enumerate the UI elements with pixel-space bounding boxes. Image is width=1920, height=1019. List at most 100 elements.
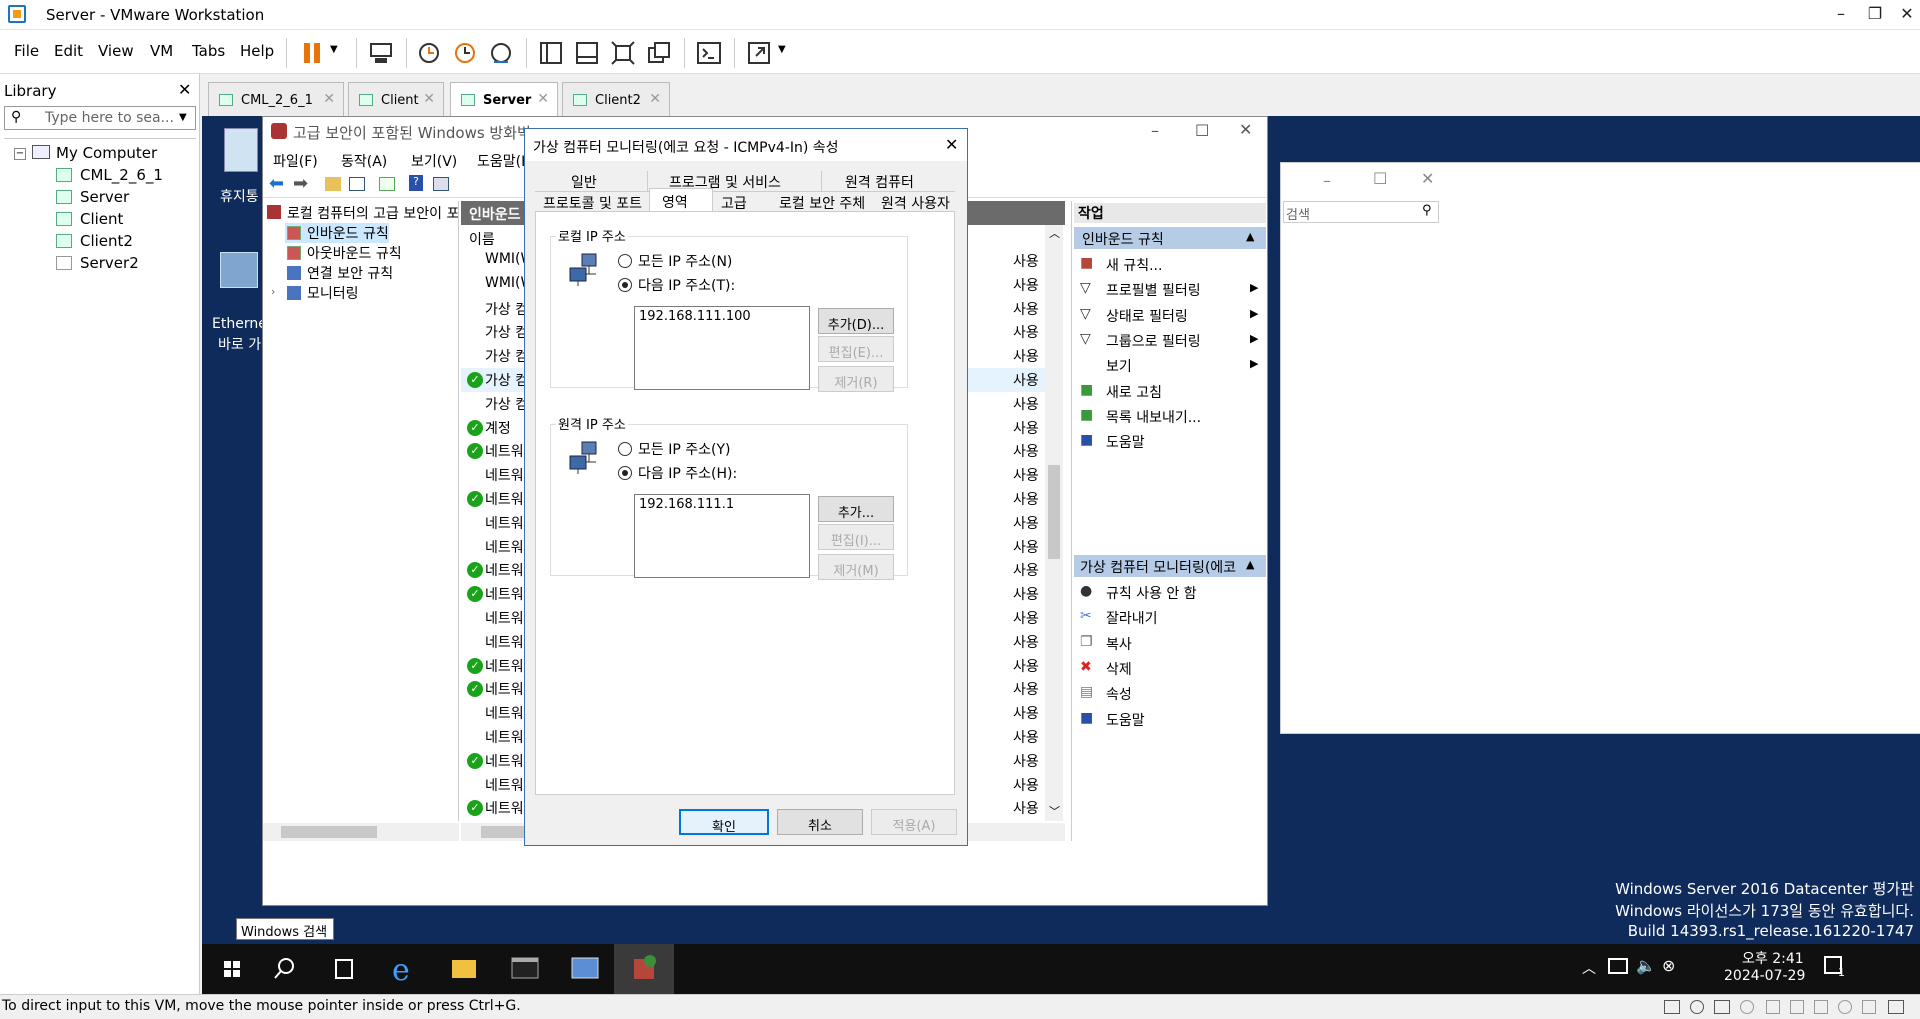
action-item[interactable]: ■ 새로 고침: [1074, 380, 1264, 405]
local-add-button[interactable]: 추가(D)...: [818, 308, 894, 334]
tab-remote-users[interactable]: 원격 사용자: [881, 193, 950, 213]
send-ctrl-alt-del-icon[interactable]: [366, 38, 396, 68]
tab-advanced[interactable]: 고급: [721, 193, 747, 213]
close-icon[interactable]: ✕: [178, 80, 191, 99]
clock-time[interactable]: 오후 2:41: [1742, 948, 1804, 968]
local-any-ip-label[interactable]: 모든 IP 주소(N): [638, 251, 732, 271]
tree-monitoring[interactable]: 모니터링: [307, 283, 359, 303]
remote-any-ip-radio[interactable]: [618, 442, 632, 456]
ok-button[interactable]: 확인: [679, 809, 769, 835]
tab-cml[interactable]: CML_2_6_1 ✕: [208, 82, 344, 116]
action-item[interactable]: ✂ 잘라내기: [1074, 606, 1264, 631]
menu-help[interactable]: Help: [240, 42, 274, 60]
actions-section-inbound[interactable]: 인바운드 규칙 ▲: [1074, 227, 1266, 249]
action-item[interactable]: ▽ 그룹으로 필터링 ▶: [1074, 329, 1264, 354]
show-library-icon[interactable]: [536, 38, 566, 68]
tab-protocols-ports[interactable]: 프로토콜 및 포트: [543, 193, 642, 213]
action-item[interactable]: ■ 목록 내보내기...: [1074, 405, 1264, 430]
library-search-input[interactable]: ⚲ Type here to sea... ▼: [4, 106, 196, 130]
tab-client[interactable]: Client ✕: [348, 82, 444, 116]
action-item[interactable]: ■ 새 규칙...: [1074, 253, 1264, 278]
menu-tabs[interactable]: Tabs: [192, 42, 225, 60]
scroll-up-icon[interactable]: ︿: [1049, 225, 1060, 241]
bluetooth-icon[interactable]: [1838, 1000, 1852, 1014]
sound-icon[interactable]: [1814, 1000, 1828, 1014]
tab-server[interactable]: Server ✕: [450, 82, 558, 116]
action-item[interactable]: ❐ 복사: [1074, 632, 1264, 657]
export-list-icon[interactable]: [379, 177, 395, 191]
tab-remote-computers[interactable]: 원격 컴퓨터: [845, 172, 914, 192]
tab-general[interactable]: 일반: [571, 172, 597, 192]
actions-section-rule[interactable]: 가상 컴퓨터 모니터링(에코 요청 - ICM... ▲: [1074, 555, 1266, 577]
usb-icon[interactable]: [1766, 1000, 1780, 1014]
tree-root[interactable]: 로컬 컴퓨터의 고급 보안이 포함된: [287, 203, 458, 223]
local-ip-item[interactable]: 192.168.111.100: [639, 309, 751, 324]
close-icon[interactable]: ✕: [323, 91, 335, 107]
local-ip-listbox[interactable]: 192.168.111.100: [634, 306, 810, 390]
tree-outbound-rules[interactable]: 아웃바운드 규칙: [307, 243, 402, 263]
action-item[interactable]: ▽ 프로필별 필터링 ▶: [1074, 278, 1264, 303]
display-icon[interactable]: [1862, 1000, 1876, 1014]
close-icon[interactable]: ✕: [1892, 4, 1920, 23]
fw-menu-file[interactable]: 파일(F): [273, 151, 318, 171]
firewall-taskbar-icon[interactable]: [614, 944, 674, 994]
background-window[interactable]: – ☐ ✕ 검색 ⚲: [1280, 162, 1920, 734]
minimize-icon[interactable]: –: [1151, 121, 1159, 140]
local-edit-button[interactable]: 편집(E)...: [818, 336, 894, 362]
network-icon[interactable]: [1608, 958, 1628, 974]
collapse-up-icon[interactable]: ▲: [1246, 230, 1254, 243]
remote-add-button[interactable]: 추가...: [818, 496, 894, 522]
collapse-icon[interactable]: −: [14, 148, 26, 160]
remote-any-ip-label[interactable]: 모든 IP 주소(Y): [638, 439, 730, 459]
volume-icon[interactable]: 🔈: [1636, 956, 1656, 975]
cd-drive-icon[interactable]: [1690, 1000, 1704, 1014]
input-method-icon[interactable]: ⊗: [1662, 956, 1675, 975]
remote-these-ip-label[interactable]: 다음 IP 주소(H):: [638, 463, 737, 483]
snapshot-icon[interactable]: [414, 38, 444, 68]
printer-icon[interactable]: [1790, 1000, 1804, 1014]
console-view-icon[interactable]: [694, 38, 724, 68]
chevron-down-icon[interactable]: ▼: [330, 44, 338, 55]
tree-vm-server[interactable]: Server: [80, 188, 129, 206]
cd-drive-2-icon[interactable]: [1740, 1000, 1754, 1014]
close-icon[interactable]: ✕: [945, 135, 958, 154]
menu-file[interactable]: File: [14, 42, 39, 60]
tab-local-principals[interactable]: 로컬 보안 주체: [779, 193, 865, 213]
tree-vm-client2[interactable]: Client2: [80, 232, 133, 250]
unity-icon[interactable]: [644, 38, 674, 68]
close-icon[interactable]: ✕: [1239, 120, 1252, 139]
close-icon[interactable]: ✕: [537, 91, 549, 107]
folder-up-icon[interactable]: [325, 177, 341, 191]
tab-client2[interactable]: Client2 ✕: [562, 82, 670, 116]
command-prompt-icon[interactable]: [494, 944, 554, 994]
menu-view[interactable]: View: [98, 42, 134, 60]
search-button[interactable]: [254, 944, 314, 994]
tree-vm-client[interactable]: Client: [80, 210, 123, 228]
action-item[interactable]: ■ 도움말: [1074, 430, 1264, 455]
thumbnail-bar-icon[interactable]: [572, 38, 602, 68]
close-icon[interactable]: ✕: [1421, 169, 1434, 188]
action-item[interactable]: ● 규칙 사용 안 함: [1074, 581, 1264, 606]
chevron-down-icon[interactable]: ▼: [778, 44, 786, 55]
revert-snapshot-icon[interactable]: [450, 38, 480, 68]
action-item[interactable]: ▽ 상태로 필터링 ▶: [1074, 304, 1264, 329]
hard-disk-icon[interactable]: [1664, 1000, 1680, 1014]
close-icon[interactable]: ✕: [423, 91, 435, 107]
recycle-bin-icon[interactable]: [224, 128, 258, 172]
action-pane-icon[interactable]: [433, 177, 449, 191]
close-icon[interactable]: ✕: [649, 91, 661, 107]
full-screen-icon[interactable]: [744, 38, 774, 68]
internet-explorer-icon[interactable]: e: [374, 944, 434, 994]
apply-button[interactable]: 적용(A): [871, 809, 957, 835]
cancel-button[interactable]: 취소: [777, 809, 863, 835]
action-item[interactable]: ▤ 속성: [1074, 682, 1264, 707]
action-item[interactable]: ✖ 삭제: [1074, 657, 1264, 682]
maximize-icon[interactable]: ☐: [1195, 121, 1209, 140]
start-button[interactable]: [202, 944, 262, 994]
fw-menu-action[interactable]: 동작(A): [341, 151, 387, 171]
background-search-input[interactable]: 검색 ⚲: [1283, 201, 1439, 223]
remote-edit-button[interactable]: 편집(I)...: [818, 524, 894, 550]
show-hide-tree-icon[interactable]: [349, 177, 365, 191]
clock-date[interactable]: 2024-07-29: [1724, 968, 1805, 984]
tree-connection-security[interactable]: 연결 보안 규칙: [307, 263, 393, 283]
